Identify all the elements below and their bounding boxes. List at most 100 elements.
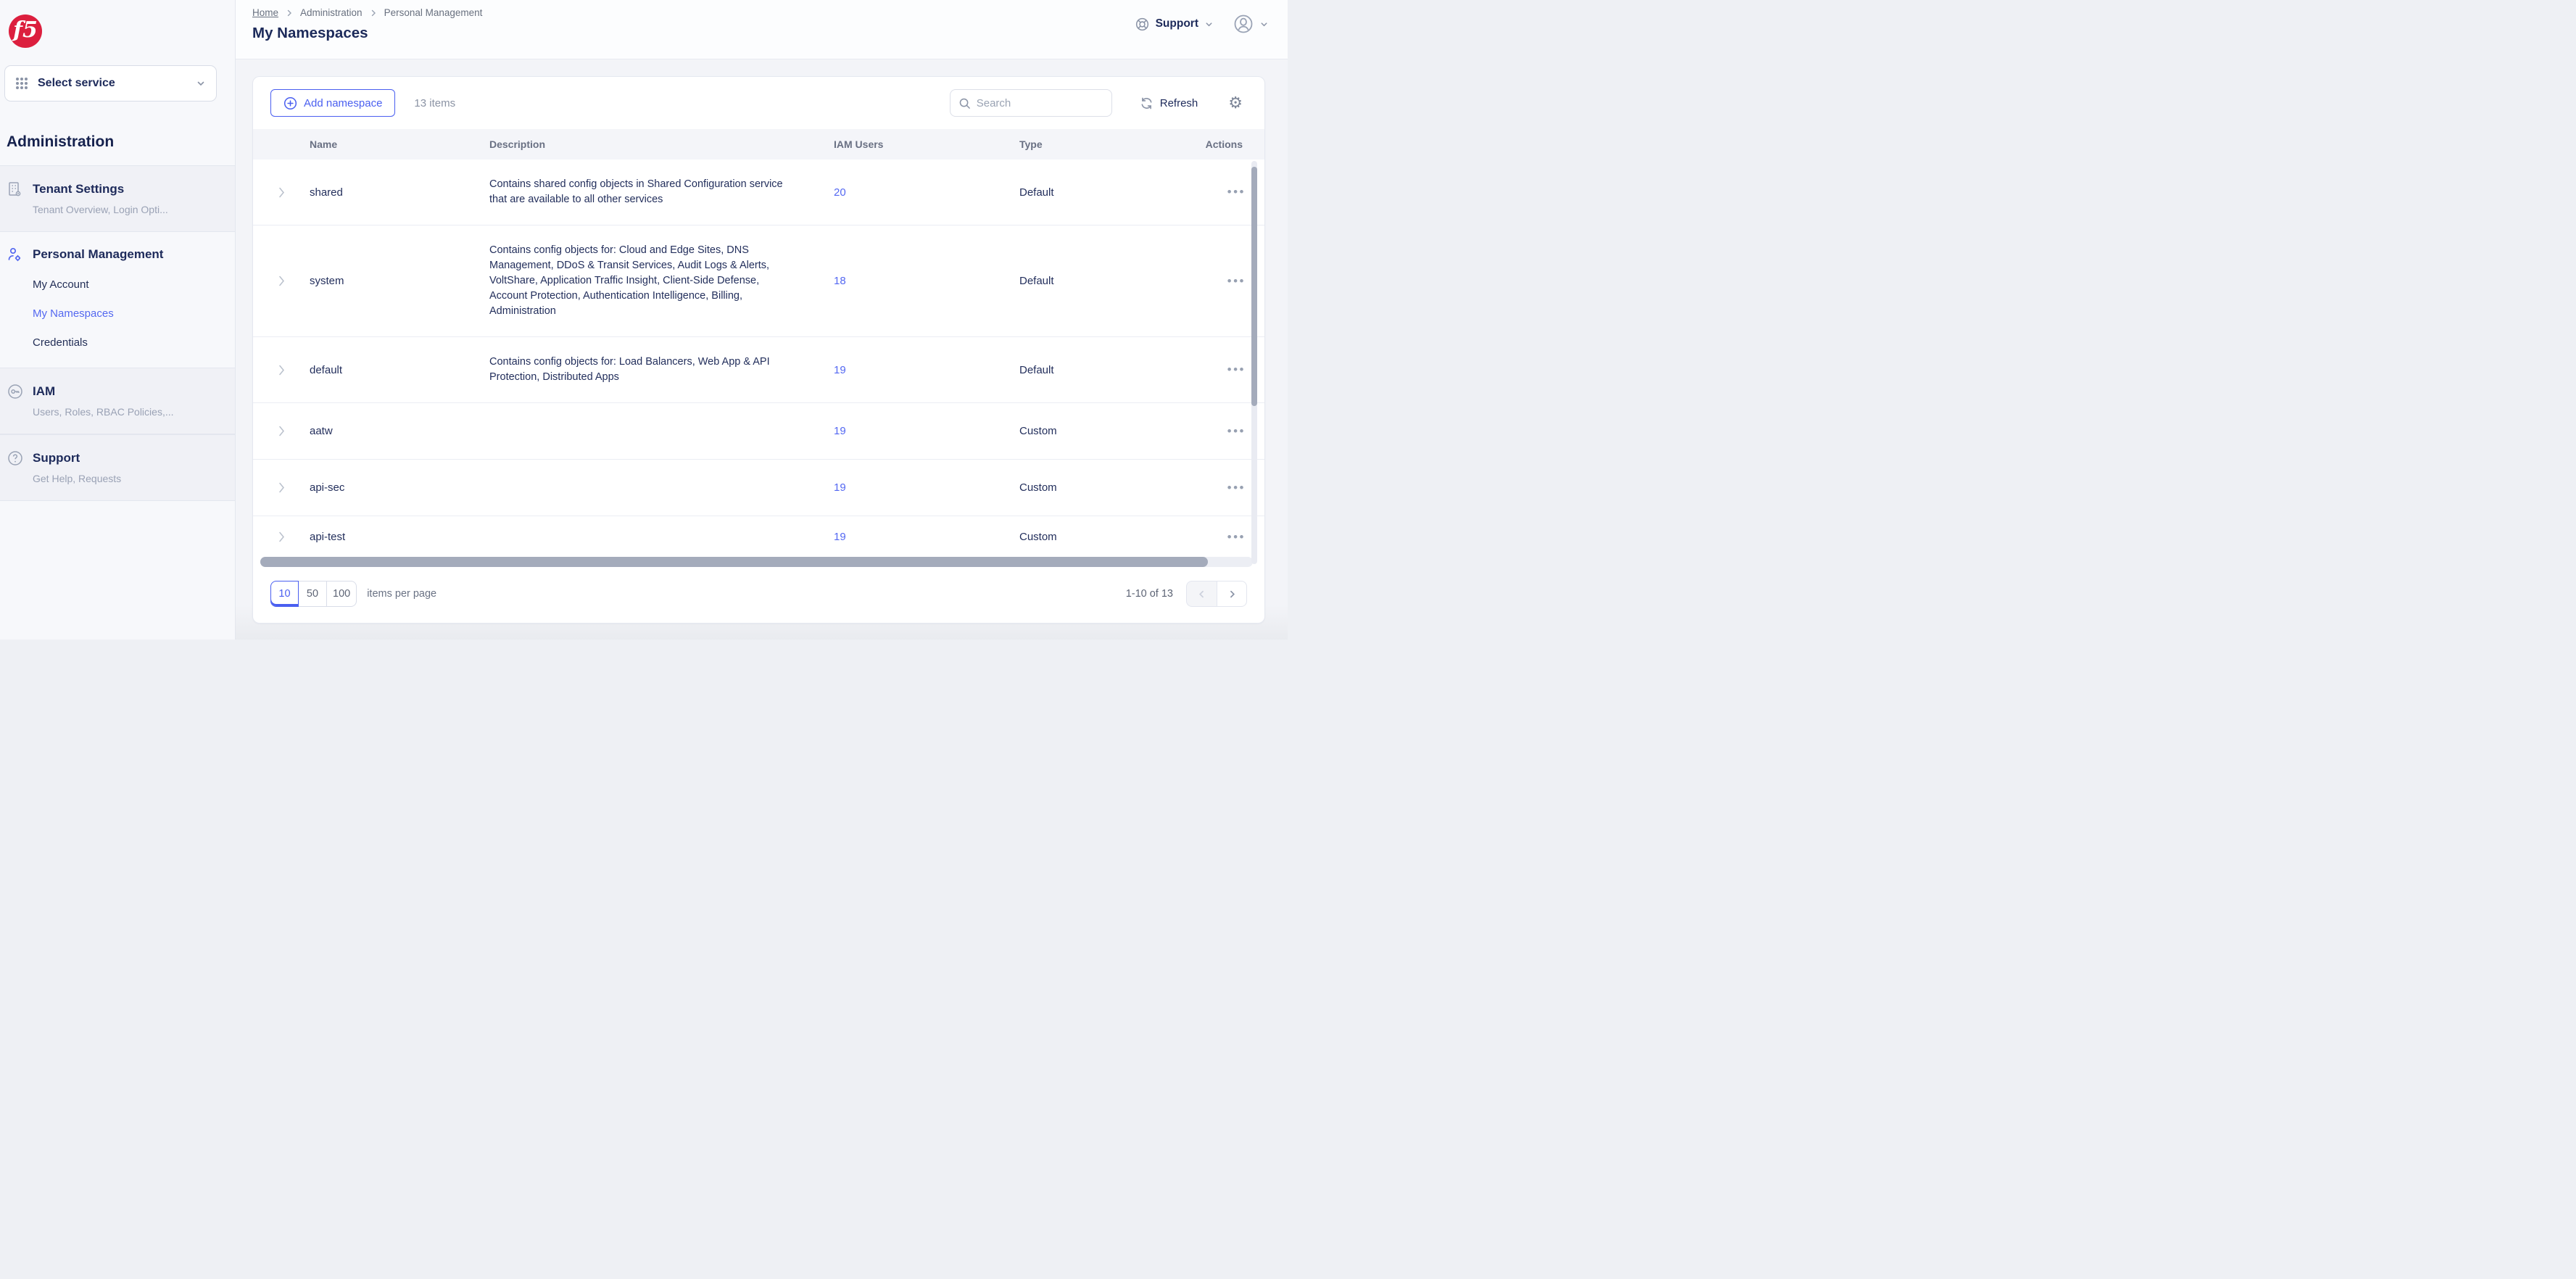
page-title: My Namespaces xyxy=(252,25,1269,42)
add-namespace-button[interactable]: Add namespace xyxy=(270,89,395,117)
chevron-right-icon xyxy=(1227,589,1237,599)
search-input[interactable] xyxy=(977,97,1103,109)
column-header-actions: Actions xyxy=(1201,138,1264,150)
question-circle-icon xyxy=(7,450,24,467)
key-icon xyxy=(7,383,24,400)
table-row: system Contains config objects for: Clou… xyxy=(253,225,1264,337)
namespace-name: shared xyxy=(310,186,489,199)
refresh-label: Refresh xyxy=(1160,97,1198,109)
namespace-type: Custom xyxy=(1019,481,1201,494)
page-size-100[interactable]: 100 xyxy=(327,581,357,607)
next-page-button[interactable] xyxy=(1217,581,1247,607)
breadcrumb-personal-management: Personal Management xyxy=(384,7,483,18)
namespace-type: Default xyxy=(1019,275,1201,287)
pagination-bar: 10 50 100 items per page 1-10 of 13 xyxy=(253,567,1264,621)
namespace-type: Custom xyxy=(1019,531,1201,543)
sidebar-link[interactable]: Credentials xyxy=(33,336,225,349)
f5-logo: f5 xyxy=(9,15,42,48)
select-service-dropdown[interactable]: Select service xyxy=(4,65,217,102)
page-size-selector: 10 50 100 xyxy=(270,581,357,607)
top-header: Home Administration Personal Management … xyxy=(236,0,1288,59)
personal-management-links: My Account My Namespaces Credentials xyxy=(33,278,225,349)
table-row: shared Contains shared config objects in… xyxy=(253,160,1264,225)
personal-management-label: Personal Management xyxy=(33,247,163,262)
breadcrumb-home[interactable]: Home xyxy=(252,7,278,18)
iam-users-link[interactable]: 19 xyxy=(834,425,1019,437)
person-gear-icon xyxy=(7,247,24,262)
sidebar-section-title: Administration xyxy=(7,133,235,151)
namespace-type: Default xyxy=(1019,186,1201,199)
iam-label: IAM xyxy=(33,384,55,399)
page-size-10[interactable]: 10 xyxy=(270,581,299,607)
breadcrumb: Home Administration Personal Management xyxy=(252,7,1269,18)
app-window: f5 Select service Administration xyxy=(0,0,1288,640)
iam-users-link[interactable]: 18 xyxy=(834,275,1019,287)
refresh-button[interactable]: Refresh xyxy=(1140,96,1198,110)
items-per-page-label: items per page xyxy=(367,588,436,600)
table-row: aatw 19 Custom ••• xyxy=(253,403,1264,460)
sidebar-item-tenant-settings[interactable]: Tenant Settings Tenant Overview, Login O… xyxy=(0,165,235,232)
search-input-wrapper xyxy=(950,89,1112,117)
sidebar: f5 Select service Administration xyxy=(0,0,236,640)
iam-users-link[interactable]: 19 xyxy=(834,531,1019,543)
namespace-type: Default xyxy=(1019,364,1201,376)
pagination-range: 1-10 of 13 xyxy=(1126,588,1173,600)
sidebar-link[interactable]: My Account xyxy=(33,278,225,291)
iam-users-link[interactable]: 19 xyxy=(834,364,1019,376)
breadcrumb-administration[interactable]: Administration xyxy=(300,7,363,18)
content-area: Add namespace 13 items xyxy=(236,59,1288,640)
tenant-settings-label: Tenant Settings xyxy=(33,182,124,196)
chevron-down-icon xyxy=(1204,20,1214,29)
sidebar-item-personal-management: Personal Management My Account My Namespa… xyxy=(0,232,235,368)
namespace-type: Custom xyxy=(1019,425,1201,437)
row-expand-chevron-icon[interactable] xyxy=(253,482,310,493)
sidebar-item-iam[interactable]: IAM Users, Roles, RBAC Policies,... xyxy=(0,368,235,434)
table-row: api-sec 19 Custom ••• xyxy=(253,460,1264,516)
row-expand-chevron-icon[interactable] xyxy=(253,276,310,286)
iam-sub: Users, Roles, RBAC Policies,... xyxy=(33,406,225,418)
table-row: default Contains config objects for: Loa… xyxy=(253,337,1264,403)
support-section-sub: Get Help, Requests xyxy=(33,473,225,484)
iam-users-link[interactable]: 19 xyxy=(834,481,1019,494)
namespace-description: Contains config objects for: Cloud and E… xyxy=(489,243,808,319)
previous-page-button[interactable] xyxy=(1186,581,1217,607)
select-service-label: Select service xyxy=(38,77,196,90)
sidebar-link[interactable]: My Namespaces xyxy=(33,307,225,320)
row-expand-chevron-icon[interactable] xyxy=(253,426,310,436)
refresh-icon xyxy=(1140,96,1154,110)
namespace-name: api-test xyxy=(310,531,489,543)
namespace-name: aatw xyxy=(310,425,489,437)
support-section-label: Support xyxy=(33,451,80,465)
chevron-right-icon xyxy=(369,9,378,17)
vertical-scrollbar[interactable] xyxy=(1251,161,1257,564)
chevron-left-icon xyxy=(1197,589,1206,599)
row-expand-chevron-icon[interactable] xyxy=(253,531,310,542)
table-body: shared Contains shared config objects in… xyxy=(253,160,1264,555)
account-menu[interactable] xyxy=(1233,13,1269,35)
page-size-50[interactable]: 50 xyxy=(299,581,327,607)
column-header-description: Description xyxy=(489,138,834,150)
support-menu[interactable]: Support xyxy=(1135,17,1214,32)
grid-menu-icon xyxy=(15,77,28,90)
iam-users-link[interactable]: 20 xyxy=(834,186,1019,199)
table-row: api-test 19 Custom ••• xyxy=(253,516,1264,555)
vertical-scrollbar-thumb[interactable] xyxy=(1251,167,1257,406)
table-settings-gear-icon[interactable]: ⚙ xyxy=(1228,95,1243,111)
row-expand-chevron-icon[interactable] xyxy=(253,365,310,376)
horizontal-scrollbar-thumb[interactable] xyxy=(260,557,1208,567)
sidebar-item-support[interactable]: Support Get Help, Requests xyxy=(0,434,235,501)
row-expand-chevron-icon[interactable] xyxy=(253,187,310,198)
column-header-name: Name xyxy=(310,138,489,150)
chevron-right-icon xyxy=(285,9,294,17)
table-header-row: Name Description IAM Users Type Actions xyxy=(253,129,1264,160)
lifebuoy-icon xyxy=(1135,17,1150,32)
namespace-name: api-sec xyxy=(310,481,489,494)
tenant-settings-sub: Tenant Overview, Login Opti... xyxy=(33,204,225,215)
avatar-icon xyxy=(1233,13,1254,35)
namespace-name: default xyxy=(310,364,489,376)
building-gear-icon xyxy=(7,181,24,198)
horizontal-scrollbar[interactable] xyxy=(260,557,1253,567)
search-icon xyxy=(958,97,971,109)
table-toolbar: Add namespace 13 items xyxy=(253,77,1264,129)
column-header-iam-users: IAM Users xyxy=(834,138,1019,150)
